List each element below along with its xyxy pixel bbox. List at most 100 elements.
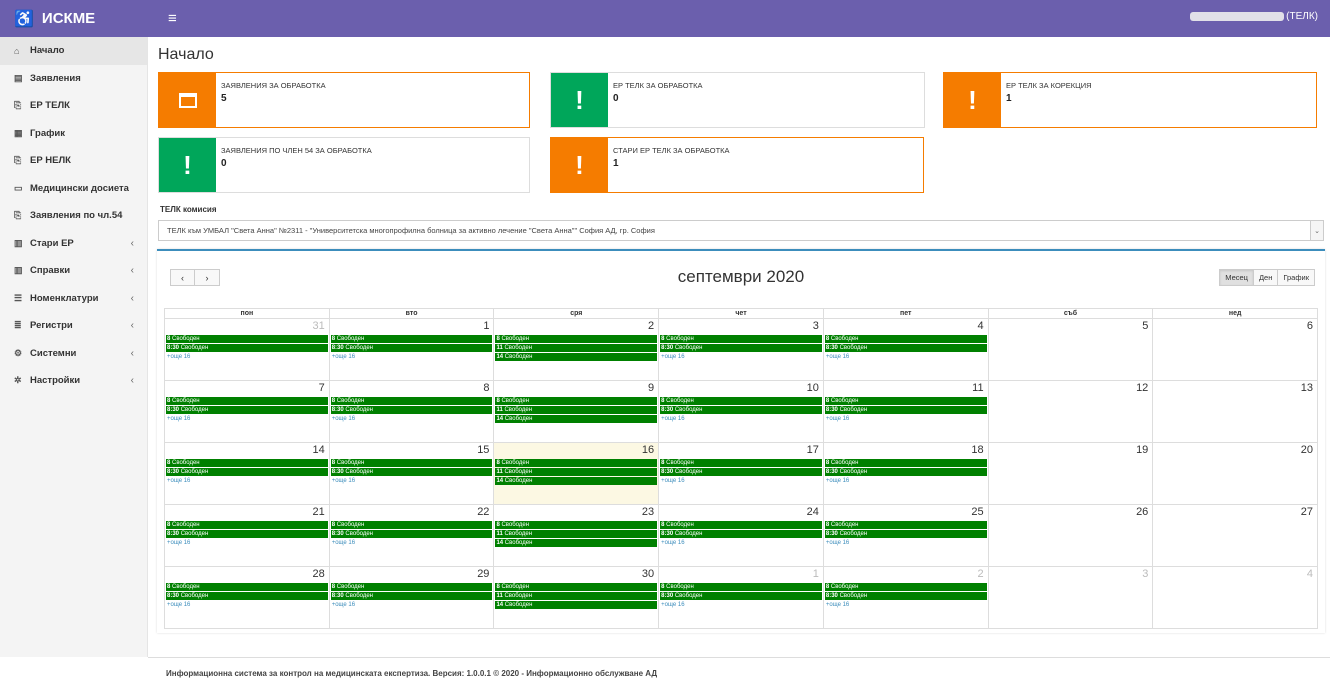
- calendar-day[interactable]: 38 Свободен 8:30 Свободен +още 16: [659, 319, 824, 380]
- more-events-link[interactable]: +още 16: [825, 477, 987, 485]
- more-events-link[interactable]: +още 16: [166, 353, 328, 361]
- calendar-day[interactable]: 88 Свободен 8:30 Свободен +още 16: [330, 381, 495, 442]
- more-events-link[interactable]: +още 16: [166, 415, 328, 423]
- calendar-day[interactable]: 6: [1153, 319, 1317, 380]
- more-events-link[interactable]: +още 16: [331, 415, 493, 423]
- calendar-day[interactable]: 24 8 Свободен 8:30 Свободен +още 16: [659, 505, 824, 566]
- calendar-day[interactable]: 16 8 Свободен 11 Свободен 14 Свободен: [494, 443, 660, 504]
- calendar-event[interactable]: 8 Свободен: [330, 583, 493, 591]
- calendar-day[interactable]: 78 Свободен 8:30 Свободен +още 16: [165, 381, 330, 442]
- calendar-event[interactable]: 8:30 Свободен: [166, 592, 328, 600]
- calendar-event[interactable]: 8 Свободен: [166, 459, 328, 467]
- sidebar-item[interactable]: ⚙ Системни ‹: [0, 340, 147, 368]
- calendar-event[interactable]: 14 Свободен: [495, 353, 658, 361]
- calendar-day[interactable]: 31 8 Свободен 8:30 Свободен +още 16: [165, 319, 330, 380]
- more-events-link[interactable]: +още 16: [825, 539, 987, 547]
- more-events-link[interactable]: +още 16: [331, 353, 493, 361]
- calendar-event[interactable]: 8:30 Свободен: [330, 530, 493, 538]
- sidebar-item[interactable]: ≣ Регистри ‹: [0, 312, 147, 340]
- calendar-day[interactable]: 17 8 Свободен 8:30 Свободен +още 16: [659, 443, 824, 504]
- calendar-event[interactable]: 8 Свободен: [330, 459, 493, 467]
- calendar-event[interactable]: 14 Свободен: [495, 415, 658, 423]
- menu-toggle-button[interactable]: ≡: [168, 10, 177, 27]
- calendar-day[interactable]: 20: [1153, 443, 1317, 504]
- calendar-day[interactable]: 22 8 Свободен 8:30 Свободен +още 16: [330, 505, 495, 566]
- calendar-event[interactable]: 8 Свободен: [495, 583, 658, 591]
- calendar-day[interactable]: 26: [989, 505, 1154, 566]
- calendar-day[interactable]: 25 8 Свободен 8:30 Свободен +още 16: [824, 505, 989, 566]
- calendar-day[interactable]: 29 8 Свободен 8:30 Свободен +още 16: [330, 567, 495, 628]
- calendar-day[interactable]: 15 8 Свободен 8:30 Свободен +още 16: [330, 443, 495, 504]
- calendar-event[interactable]: 8:30 Свободен: [824, 592, 987, 600]
- calendar-event[interactable]: 8 Свободен: [495, 397, 658, 405]
- calendar-event[interactable]: 8 Свободен: [660, 459, 822, 467]
- calendar-event[interactable]: 8 Свободен: [166, 335, 328, 343]
- more-events-link[interactable]: +още 16: [166, 601, 328, 609]
- calendar-event[interactable]: 8:30 Свободен: [660, 406, 822, 414]
- calendar-event[interactable]: 8:30 Свободен: [660, 468, 822, 476]
- more-events-link[interactable]: +още 16: [660, 601, 822, 609]
- calendar-day[interactable]: 18 Свободен 8:30 Свободен +още 16: [330, 319, 495, 380]
- more-events-link[interactable]: +още 16: [331, 539, 493, 547]
- calendar-event[interactable]: 8 Свободен: [330, 397, 493, 405]
- sidebar-item[interactable]: ▭ Медицински досиета: [0, 175, 147, 203]
- calendar-day[interactable]: 28 Свободен 8:30 Свободен +още 16: [824, 567, 989, 628]
- calendar-day[interactable]: 30 8 Свободен 11 Свободен 14 Свободен: [494, 567, 660, 628]
- calendar-day[interactable]: 28 Свободен 11 Свободен 14 Свободен: [494, 319, 660, 380]
- calendar-day[interactable]: 19: [989, 443, 1154, 504]
- calendar-event[interactable]: 8:30 Свободен: [330, 592, 493, 600]
- brand-logo[interactable]: ♿ ИСКМЕ: [0, 0, 148, 37]
- calendar-event[interactable]: 8:30 Свободен: [660, 592, 822, 600]
- view-button[interactable]: Месец: [1219, 269, 1254, 286]
- calendar-day[interactable]: 12: [989, 381, 1154, 442]
- calendar-event[interactable]: 8 Свободен: [824, 583, 987, 591]
- calendar-event[interactable]: 8 Свободен: [166, 521, 328, 529]
- more-events-link[interactable]: +още 16: [825, 353, 987, 361]
- view-button[interactable]: Ден: [1253, 269, 1279, 286]
- calendar-event[interactable]: 8 Свободен: [495, 521, 658, 529]
- calendar-event[interactable]: 14 Свободен: [495, 601, 658, 609]
- calendar-event[interactable]: 14 Свободен: [495, 539, 658, 547]
- sidebar-item[interactable]: ⌂ Начало: [0, 37, 147, 65]
- calendar-day[interactable]: 27: [1153, 505, 1317, 566]
- calendar-event[interactable]: 8 Свободен: [330, 335, 493, 343]
- calendar-event[interactable]: 8 Свободен: [166, 397, 328, 405]
- calendar-day[interactable]: 14 8 Свободен 8:30 Свободен +още 16: [165, 443, 330, 504]
- info-card[interactable]: ! СТАРИ ЕР ТЕЛК ЗА ОБРАБОТКА 1: [550, 137, 924, 193]
- more-events-link[interactable]: +още 16: [166, 539, 328, 547]
- calendar-event[interactable]: 11 Свободен: [495, 592, 658, 600]
- calendar-day[interactable]: 4: [1153, 567, 1317, 628]
- calendar-event[interactable]: 8:30 Свободен: [330, 406, 493, 414]
- calendar-day[interactable]: 10 8 Свободен 8:30 Свободен +още 16: [659, 381, 824, 442]
- calendar-event[interactable]: 8:30 Свободен: [824, 468, 987, 476]
- calendar-event[interactable]: 8:30 Свободен: [166, 530, 328, 538]
- sidebar-item[interactable]: ▤ Заявления: [0, 65, 147, 93]
- calendar-event[interactable]: 8 Свободен: [660, 521, 822, 529]
- info-card[interactable]: ! ЕР ТЕЛК ЗА ОБРАБОТКА 0: [550, 72, 925, 128]
- calendar-event[interactable]: 8 Свободен: [660, 335, 822, 343]
- more-events-link[interactable]: +още 16: [660, 415, 822, 423]
- calendar-event[interactable]: 8:30 Свободен: [824, 406, 987, 414]
- calendar-event[interactable]: 8 Свободен: [660, 397, 822, 405]
- more-events-link[interactable]: +още 16: [166, 477, 328, 485]
- calendar-event[interactable]: 8 Свободен: [660, 583, 822, 591]
- calendar-day[interactable]: 18 8 Свободен 8:30 Свободен +още 16: [824, 443, 989, 504]
- calendar-day[interactable]: 11 8 Свободен 8:30 Свободен +още 16: [824, 381, 989, 442]
- calendar-event[interactable]: 8:30 Свободен: [824, 344, 987, 352]
- calendar-event[interactable]: 8:30 Свободен: [166, 468, 328, 476]
- user-menu[interactable]: (ТЕЛК): [1190, 11, 1318, 22]
- calendar-event[interactable]: 8 Свободен: [824, 521, 987, 529]
- calendar-event[interactable]: 11 Свободен: [495, 344, 658, 352]
- calendar-event[interactable]: 8 Свободен: [824, 335, 987, 343]
- calendar-day[interactable]: 5: [989, 319, 1154, 380]
- calendar-event[interactable]: 8 Свободен: [824, 397, 987, 405]
- calendar-event[interactable]: 8:30 Свободен: [166, 406, 328, 414]
- calendar-event[interactable]: 8:30 Свободен: [824, 530, 987, 538]
- calendar-event[interactable]: 11 Свободен: [495, 530, 658, 538]
- more-events-link[interactable]: +още 16: [660, 477, 822, 485]
- calendar-event[interactable]: 8:30 Свободен: [330, 468, 493, 476]
- sidebar-item[interactable]: ▦ График: [0, 120, 147, 148]
- calendar-event[interactable]: 14 Свободен: [495, 477, 658, 485]
- telk-select[interactable]: ТЕЛК към УМБАЛ "Света Анна" №2311 - "Уни…: [158, 220, 1324, 241]
- sidebar-item[interactable]: ▥ Стари ЕР ‹: [0, 230, 147, 258]
